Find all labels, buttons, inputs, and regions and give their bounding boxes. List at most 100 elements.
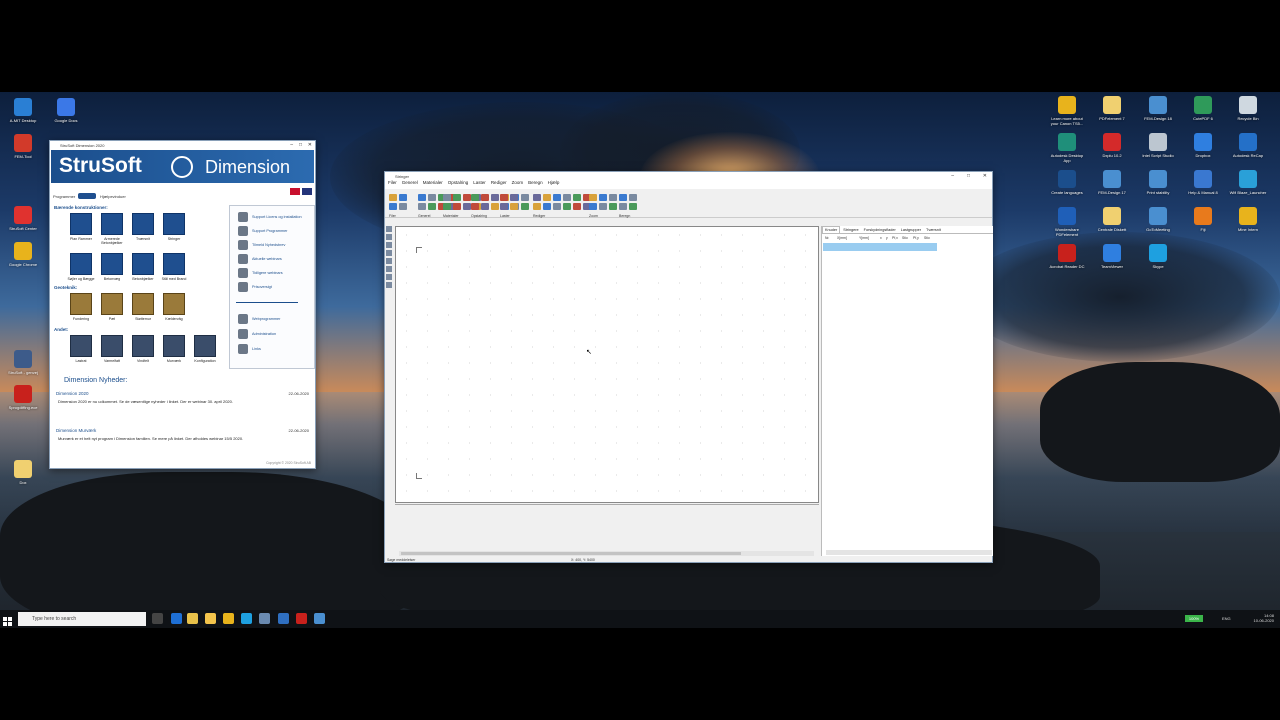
horizontal-scrollbar[interactable] bbox=[399, 551, 814, 556]
toolbar-button-icon[interactable] bbox=[619, 203, 627, 210]
toolbar-button-icon[interactable] bbox=[599, 194, 607, 201]
desktop-icon[interactable]: Dox bbox=[3, 460, 43, 485]
menu-item[interactable]: Rediger bbox=[491, 180, 507, 185]
scroll-thumb[interactable] bbox=[401, 552, 741, 555]
selected-grid-row[interactable] bbox=[823, 243, 937, 251]
nav-help-windows[interactable]: Hjælpevinduer bbox=[100, 194, 126, 199]
program-tile-icon[interactable] bbox=[163, 335, 185, 357]
program-tile-icon[interactable] bbox=[163, 213, 185, 235]
measure-tool-icon[interactable] bbox=[386, 274, 392, 280]
menu-item[interactable]: Opstalring bbox=[448, 180, 469, 185]
program-tile-icon[interactable] bbox=[101, 335, 123, 357]
toolbar-button-icon[interactable] bbox=[471, 203, 479, 210]
toolbar-button-icon[interactable] bbox=[510, 194, 518, 201]
stringer-window[interactable]: Stringer – □ ✕ Filer Generel Materialer Ops… bbox=[384, 171, 993, 563]
desktop-icon[interactable]: FEM-Design 17 bbox=[1092, 170, 1132, 195]
support-link[interactable]: Administration bbox=[238, 329, 276, 339]
node-tool-icon[interactable] bbox=[386, 250, 392, 256]
menu-item[interactable]: Laster bbox=[473, 180, 486, 185]
toolbar-button-icon[interactable] bbox=[543, 194, 551, 201]
toolbar-button-icon[interactable] bbox=[543, 203, 551, 210]
toolbar-button-icon[interactable] bbox=[481, 203, 489, 210]
toolbar-button-icon[interactable] bbox=[481, 194, 489, 201]
program-tile-icon[interactable] bbox=[101, 253, 123, 275]
strusoft-dimension-window[interactable]: StruSoft Dimension 2020 – □ ✕ StruSoft D… bbox=[49, 140, 316, 469]
toolbar-button-icon[interactable] bbox=[599, 203, 607, 210]
program-tile-icon[interactable] bbox=[132, 335, 154, 357]
edge-icon[interactable] bbox=[171, 613, 182, 624]
desktop-icon[interactable]: FEM-Tool bbox=[3, 134, 43, 159]
toolbar-button-icon[interactable] bbox=[553, 203, 561, 210]
toolbar-button-icon[interactable] bbox=[399, 194, 407, 201]
maximize-icon[interactable]: □ bbox=[299, 142, 302, 148]
strusoft-taskbar-icon[interactable] bbox=[259, 613, 270, 624]
program-tile-icon[interactable] bbox=[70, 253, 92, 275]
desktop-icon[interactable]: Mine Intern bbox=[1228, 207, 1268, 232]
program-tile-icon[interactable] bbox=[194, 335, 216, 357]
pointer-tool-icon[interactable] bbox=[386, 226, 392, 232]
minimize-icon[interactable]: – bbox=[290, 142, 293, 148]
desktop-icon[interactable]: StruSoft - genvej bbox=[3, 350, 43, 375]
nav-programs[interactable]: Programmer bbox=[53, 194, 75, 199]
select-tool-icon[interactable] bbox=[386, 234, 392, 240]
grid-column-header[interactable]: Y[mm] bbox=[859, 236, 869, 240]
grid-column-header[interactable]: y bbox=[886, 236, 888, 240]
grid-column-header[interactable]: Pf,x bbox=[892, 236, 898, 240]
minimize-icon[interactable]: – bbox=[951, 173, 954, 179]
clock[interactable]: 14:08 10-06-2020 bbox=[1254, 613, 1274, 623]
toolbar-button-icon[interactable] bbox=[500, 194, 508, 201]
toolbar-button-icon[interactable] bbox=[500, 203, 508, 210]
toggle-switch[interactable] bbox=[78, 193, 96, 199]
taskbar-search-input[interactable]: Type here to search bbox=[18, 612, 146, 626]
support-link[interactable]: Tidligere webinars bbox=[238, 268, 283, 278]
toolbar-button-icon[interactable] bbox=[533, 203, 541, 210]
desktop-icon[interactable]: Create languages bbox=[1047, 170, 1087, 195]
windows-start-icon[interactable] bbox=[3, 614, 13, 626]
toolbar-button-icon[interactable] bbox=[553, 194, 561, 201]
toolbar-button-icon[interactable] bbox=[428, 194, 436, 201]
toolbar-button-icon[interactable] bbox=[609, 194, 617, 201]
grid-column-header[interactable]: X[mm] bbox=[837, 236, 847, 240]
toolbar-button-icon[interactable] bbox=[418, 194, 426, 201]
toolbar-button-icon[interactable] bbox=[443, 194, 451, 201]
draw-line-icon[interactable] bbox=[386, 242, 392, 248]
desktop-icon[interactable]: StruSoft Center bbox=[3, 206, 43, 231]
toolbar-button-icon[interactable] bbox=[609, 203, 617, 210]
close-icon[interactable]: ✕ bbox=[983, 173, 987, 179]
desktop-icon[interactable]: CutePDF 6 bbox=[1183, 96, 1223, 121]
danish-flag-icon[interactable] bbox=[290, 188, 300, 195]
drawing-canvas[interactable]: ↖ bbox=[395, 226, 819, 503]
tab-0[interactable]: Knuder bbox=[822, 226, 841, 233]
desktop-icon[interactable]: TeamViewer bbox=[1092, 244, 1132, 269]
menu-item[interactable]: Materialer bbox=[423, 180, 443, 185]
toolbar-button-icon[interactable] bbox=[389, 203, 397, 210]
toolbar-button-icon[interactable] bbox=[521, 194, 529, 201]
news-heading[interactable]: Dimension Murværk bbox=[56, 428, 96, 433]
menu-item[interactable]: Filer bbox=[388, 180, 397, 185]
desktop-icon[interactable]: Centrale Diskett bbox=[1092, 207, 1132, 232]
program-tile-label[interactable]: Kælderväg bbox=[156, 317, 192, 321]
menu-item[interactable]: Generel bbox=[402, 180, 418, 185]
toolbar-button-icon[interactable] bbox=[589, 203, 597, 210]
toolbar-button-icon[interactable] bbox=[510, 203, 518, 210]
desktop-icon[interactable]: Google Chrome bbox=[3, 242, 43, 267]
fem-design-icon[interactable] bbox=[314, 613, 325, 624]
toolbar-button-icon[interactable] bbox=[491, 203, 499, 210]
desktop-icon[interactable]: Autodesk Desktop App bbox=[1047, 133, 1087, 163]
toolbar-button-icon[interactable] bbox=[491, 194, 499, 201]
toolbar-button-icon[interactable] bbox=[589, 194, 597, 201]
toolbar-button-icon[interactable] bbox=[619, 194, 627, 201]
desktop-icon[interactable]: Help & Manual 8 bbox=[1183, 170, 1223, 195]
support-link[interactable]: Support Programmer bbox=[238, 226, 287, 236]
support-link[interactable]: Aktuelle webinars bbox=[238, 254, 282, 264]
skype-icon[interactable] bbox=[241, 613, 252, 624]
toolbar-button-icon[interactable] bbox=[573, 203, 581, 210]
move-tool-icon[interactable] bbox=[386, 258, 392, 264]
desktop-icon[interactable]: FEM-Design 18 bbox=[1138, 96, 1178, 121]
desktop-icon[interactable]: Google Docs bbox=[46, 98, 86, 123]
grid-column-header[interactable]: Nr. bbox=[825, 236, 829, 240]
tab-2[interactable]: Forskydningsflader bbox=[862, 227, 898, 233]
acrobat-icon[interactable] bbox=[296, 613, 307, 624]
program-tile-icon[interactable] bbox=[132, 293, 154, 315]
title-bar[interactable]: StruSoft Dimension 2020 – □ ✕ bbox=[50, 141, 315, 149]
